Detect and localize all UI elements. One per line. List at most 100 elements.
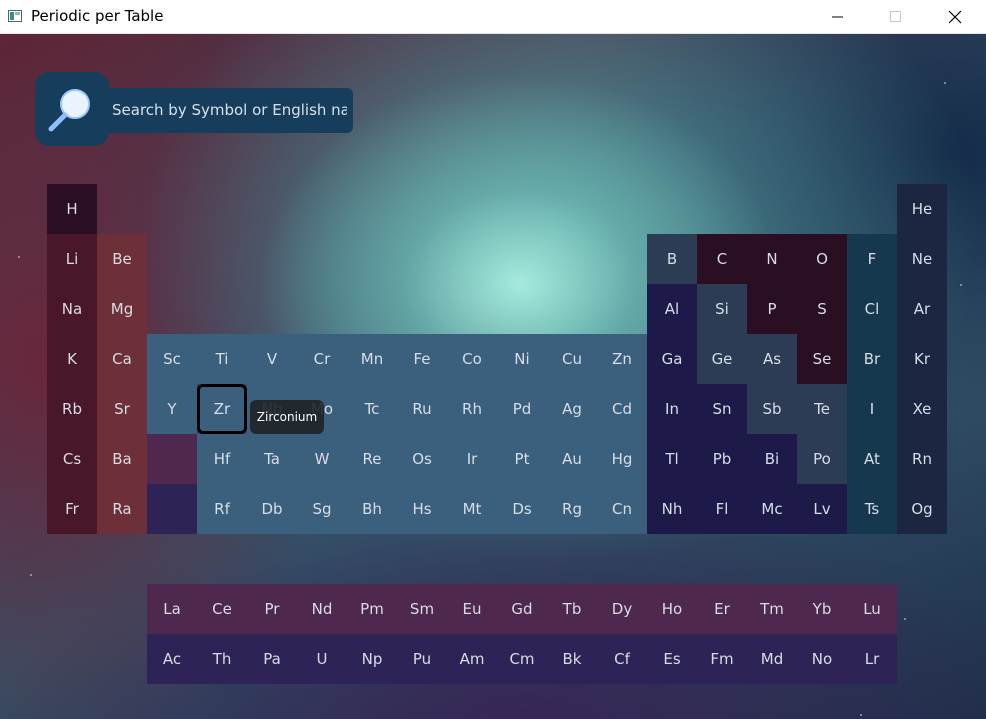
lanthanide-placeholder[interactable] [147, 434, 197, 484]
element-tile-k[interactable]: K [47, 334, 97, 384]
element-tile-li[interactable]: Li [47, 234, 97, 284]
element-tile-sn[interactable]: Sn [697, 384, 747, 434]
element-tile-er[interactable]: Er [697, 584, 747, 634]
element-tile-te[interactable]: Te [797, 384, 847, 434]
element-tile-nd[interactable]: Nd [297, 584, 347, 634]
element-tile-ir[interactable]: Ir [447, 434, 497, 484]
element-tile-hs[interactable]: Hs [397, 484, 447, 534]
element-tile-rh[interactable]: Rh [447, 384, 497, 434]
element-tile-cn[interactable]: Cn [597, 484, 647, 534]
element-tile-sc[interactable]: Sc [147, 334, 197, 384]
element-tile-cl[interactable]: Cl [847, 284, 897, 334]
element-tile-rf[interactable]: Rf [197, 484, 247, 534]
element-tile-n[interactable]: N [747, 234, 797, 284]
element-tile-u[interactable]: U [297, 634, 347, 684]
element-tile-y[interactable]: Y [147, 384, 197, 434]
element-tile-ra[interactable]: Ra [97, 484, 147, 534]
minimize-button[interactable] [815, 0, 861, 33]
element-tile-pa[interactable]: Pa [247, 634, 297, 684]
element-tile-rg[interactable]: Rg [547, 484, 597, 534]
element-tile-hf[interactable]: Hf [197, 434, 247, 484]
element-tile-fm[interactable]: Fm [697, 634, 747, 684]
element-tile-re[interactable]: Re [347, 434, 397, 484]
element-tile-ta[interactable]: Ta [247, 434, 297, 484]
element-tile-co[interactable]: Co [447, 334, 497, 384]
element-tile-ti[interactable]: Ti [197, 334, 247, 384]
element-tile-eu[interactable]: Eu [447, 584, 497, 634]
element-tile-pr[interactable]: Pr [247, 584, 297, 634]
element-tile-mt[interactable]: Mt [447, 484, 497, 534]
element-tile-ds[interactable]: Ds [497, 484, 547, 534]
element-tile-zn[interactable]: Zn [597, 334, 647, 384]
element-tile-bi[interactable]: Bi [747, 434, 797, 484]
element-tile-h[interactable]: H [47, 184, 97, 234]
element-tile-ho[interactable]: Ho [647, 584, 697, 634]
element-tile-in[interactable]: In [647, 384, 697, 434]
element-tile-ar[interactable]: Ar [897, 284, 947, 334]
element-tile-sr[interactable]: Sr [97, 384, 147, 434]
element-tile-nh[interactable]: Nh [647, 484, 697, 534]
element-tile-pt[interactable]: Pt [497, 434, 547, 484]
element-tile-pu[interactable]: Pu [397, 634, 447, 684]
element-tile-o[interactable]: O [797, 234, 847, 284]
element-tile-fl[interactable]: Fl [697, 484, 747, 534]
element-tile-at[interactable]: At [847, 434, 897, 484]
element-tile-br[interactable]: Br [847, 334, 897, 384]
element-tile-p[interactable]: P [747, 284, 797, 334]
element-tile-no[interactable]: No [797, 634, 847, 684]
actinide-placeholder[interactable] [147, 484, 197, 534]
element-tile-pb[interactable]: Pb [697, 434, 747, 484]
close-button[interactable] [932, 0, 978, 33]
element-tile-es[interactable]: Es [647, 634, 697, 684]
element-tile-xe[interactable]: Xe [897, 384, 947, 434]
maximize-button[interactable] [873, 0, 919, 33]
element-tile-pm[interactable]: Pm [347, 584, 397, 634]
element-tile-s[interactable]: S [797, 284, 847, 334]
element-tile-cu[interactable]: Cu [547, 334, 597, 384]
element-tile-tm[interactable]: Tm [747, 584, 797, 634]
element-tile-fe[interactable]: Fe [397, 334, 447, 384]
element-tile-na[interactable]: Na [47, 284, 97, 334]
element-tile-al[interactable]: Al [647, 284, 697, 334]
element-tile-md[interactable]: Md [747, 634, 797, 684]
element-tile-v[interactable]: V [247, 334, 297, 384]
element-tile-ge[interactable]: Ge [697, 334, 747, 384]
element-tile-og[interactable]: Og [897, 484, 947, 534]
element-tile-np[interactable]: Np [347, 634, 397, 684]
element-tile-f[interactable]: F [847, 234, 897, 284]
element-tile-si[interactable]: Si [697, 284, 747, 334]
element-tile-sm[interactable]: Sm [397, 584, 447, 634]
element-tile-zr[interactable]: Zr [197, 384, 247, 434]
element-tile-au[interactable]: Au [547, 434, 597, 484]
element-tile-fr[interactable]: Fr [47, 484, 97, 534]
element-tile-ce[interactable]: Ce [197, 584, 247, 634]
element-tile-pd[interactable]: Pd [497, 384, 547, 434]
element-tile-rb[interactable]: Rb [47, 384, 97, 434]
element-tile-bk[interactable]: Bk [547, 634, 597, 684]
element-tile-b[interactable]: B [647, 234, 697, 284]
element-tile-tb[interactable]: Tb [547, 584, 597, 634]
element-tile-ts[interactable]: Ts [847, 484, 897, 534]
element-tile-he[interactable]: He [897, 184, 947, 234]
element-tile-ni[interactable]: Ni [497, 334, 547, 384]
element-tile-be[interactable]: Be [97, 234, 147, 284]
element-tile-w[interactable]: W [297, 434, 347, 484]
element-tile-i[interactable]: I [847, 384, 897, 434]
element-tile-bh[interactable]: Bh [347, 484, 397, 534]
element-tile-mn[interactable]: Mn [347, 334, 397, 384]
element-tile-kr[interactable]: Kr [897, 334, 947, 384]
element-tile-os[interactable]: Os [397, 434, 447, 484]
element-tile-ru[interactable]: Ru [397, 384, 447, 434]
element-tile-ac[interactable]: Ac [147, 634, 197, 684]
element-tile-cs[interactable]: Cs [47, 434, 97, 484]
element-tile-mg[interactable]: Mg [97, 284, 147, 334]
element-tile-am[interactable]: Am [447, 634, 497, 684]
element-tile-la[interactable]: La [147, 584, 197, 634]
element-tile-ba[interactable]: Ba [97, 434, 147, 484]
element-tile-mc[interactable]: Mc [747, 484, 797, 534]
element-tile-cm[interactable]: Cm [497, 634, 547, 684]
element-tile-ga[interactable]: Ga [647, 334, 697, 384]
element-tile-rn[interactable]: Rn [897, 434, 947, 484]
element-tile-ag[interactable]: Ag [547, 384, 597, 434]
element-tile-db[interactable]: Db [247, 484, 297, 534]
